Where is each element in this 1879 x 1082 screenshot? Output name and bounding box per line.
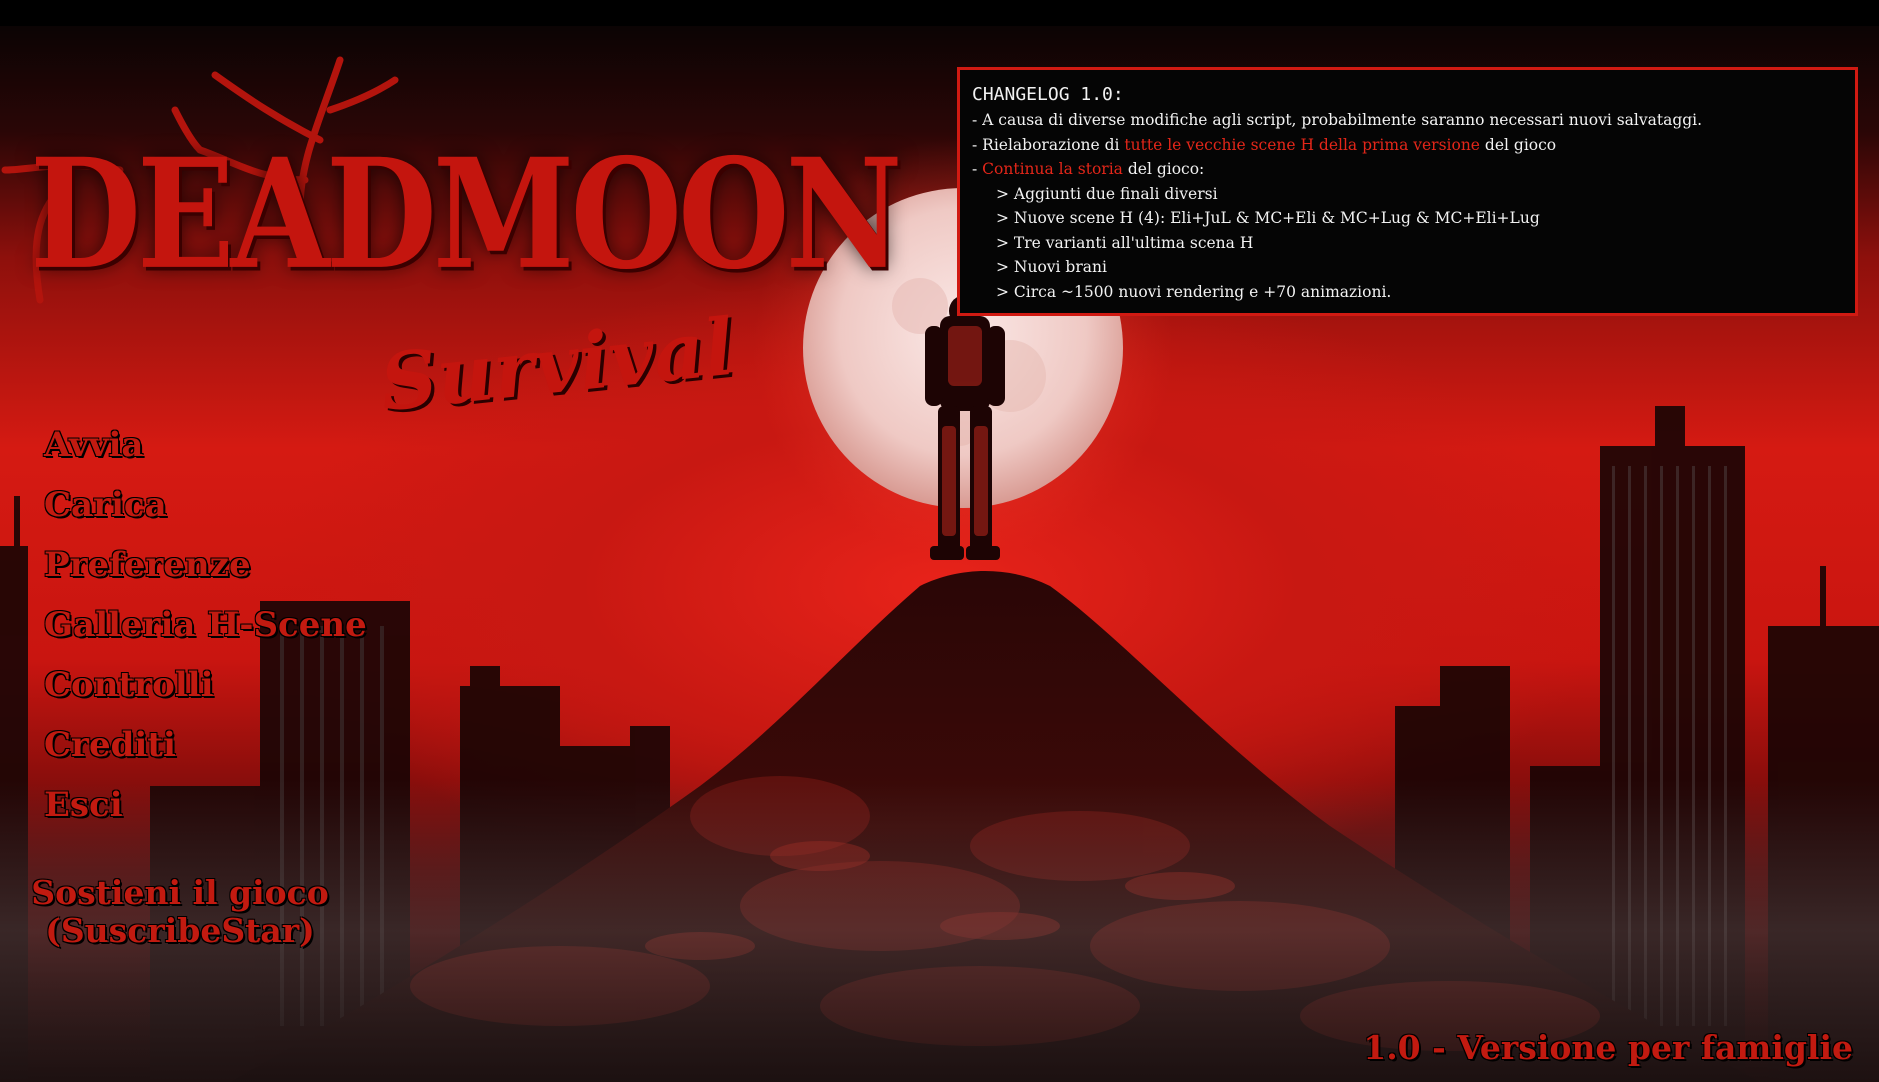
game-logo-title: DEADMOON [30, 126, 903, 304]
menu-item-credits[interactable]: Crediti [44, 725, 367, 785]
changelog-line-3-tail: del gioco: [1122, 160, 1205, 178]
changelog-line-3-highlight: Continua la storia [982, 160, 1123, 178]
changelog-subitem: > Nuovi brani [996, 258, 1107, 276]
changelog-line-1: - A causa di diverse modifiche agli scri… [972, 111, 1703, 129]
changelog-line-2: - Rielaborazione di tutte le vecchie sce… [972, 133, 1843, 158]
menu-item-start[interactable]: Avvia [44, 425, 367, 485]
support-link[interactable]: Sostieni il gioco (SuscribeStar) [0, 874, 360, 950]
changelog-line-2-text: - Rielaborazione di [972, 135, 1125, 154]
changelog-subitem: > Aggiunti due finali diversi [996, 184, 1218, 203]
changelog-panel: CHANGELOG 1.0: - A causa di diverse modi… [957, 67, 1858, 316]
changelog-subitem: > Circa ~1500 nuovi rendering e +70 anim… [996, 282, 1392, 301]
changelog-line-3: - Continua la storia del gioco: [972, 157, 1843, 182]
changelog-title: CHANGELOG 1.0: [972, 84, 1124, 105]
title-screen: DEADMOON Survival Avvia Carica Preferenz… [0, 0, 1879, 1082]
support-link-line1: Sostieni il gioco [31, 873, 329, 912]
changelog-line-2-highlight: tutte le vecchie scene H della prima ver… [1124, 135, 1480, 154]
menu-item-gallery[interactable]: Galleria H-Scene [44, 605, 367, 665]
changelog-subitem: > Nuove scene H (4): Eli+JuL & MC+Eli & … [996, 209, 1540, 227]
window-top-bar [0, 0, 1879, 26]
changelog-line-3-dash: - [972, 160, 983, 178]
changelog-line-2-tail: del gioco [1479, 135, 1557, 154]
support-link-line2: (SuscribeStar) [45, 911, 315, 950]
menu-item-load[interactable]: Carica [44, 485, 367, 545]
main-menu: Avvia Carica Preferenze Galleria H-Scene… [44, 425, 367, 845]
menu-item-preferences[interactable]: Preferenze [44, 545, 367, 605]
menu-item-controls[interactable]: Controlli [44, 665, 367, 725]
changelog-subitem: > Tre varianti all'ultima scena H [996, 233, 1254, 252]
version-label: 1.0 - Versione per famiglie [1363, 1028, 1853, 1067]
menu-item-quit[interactable]: Esci [44, 785, 367, 845]
